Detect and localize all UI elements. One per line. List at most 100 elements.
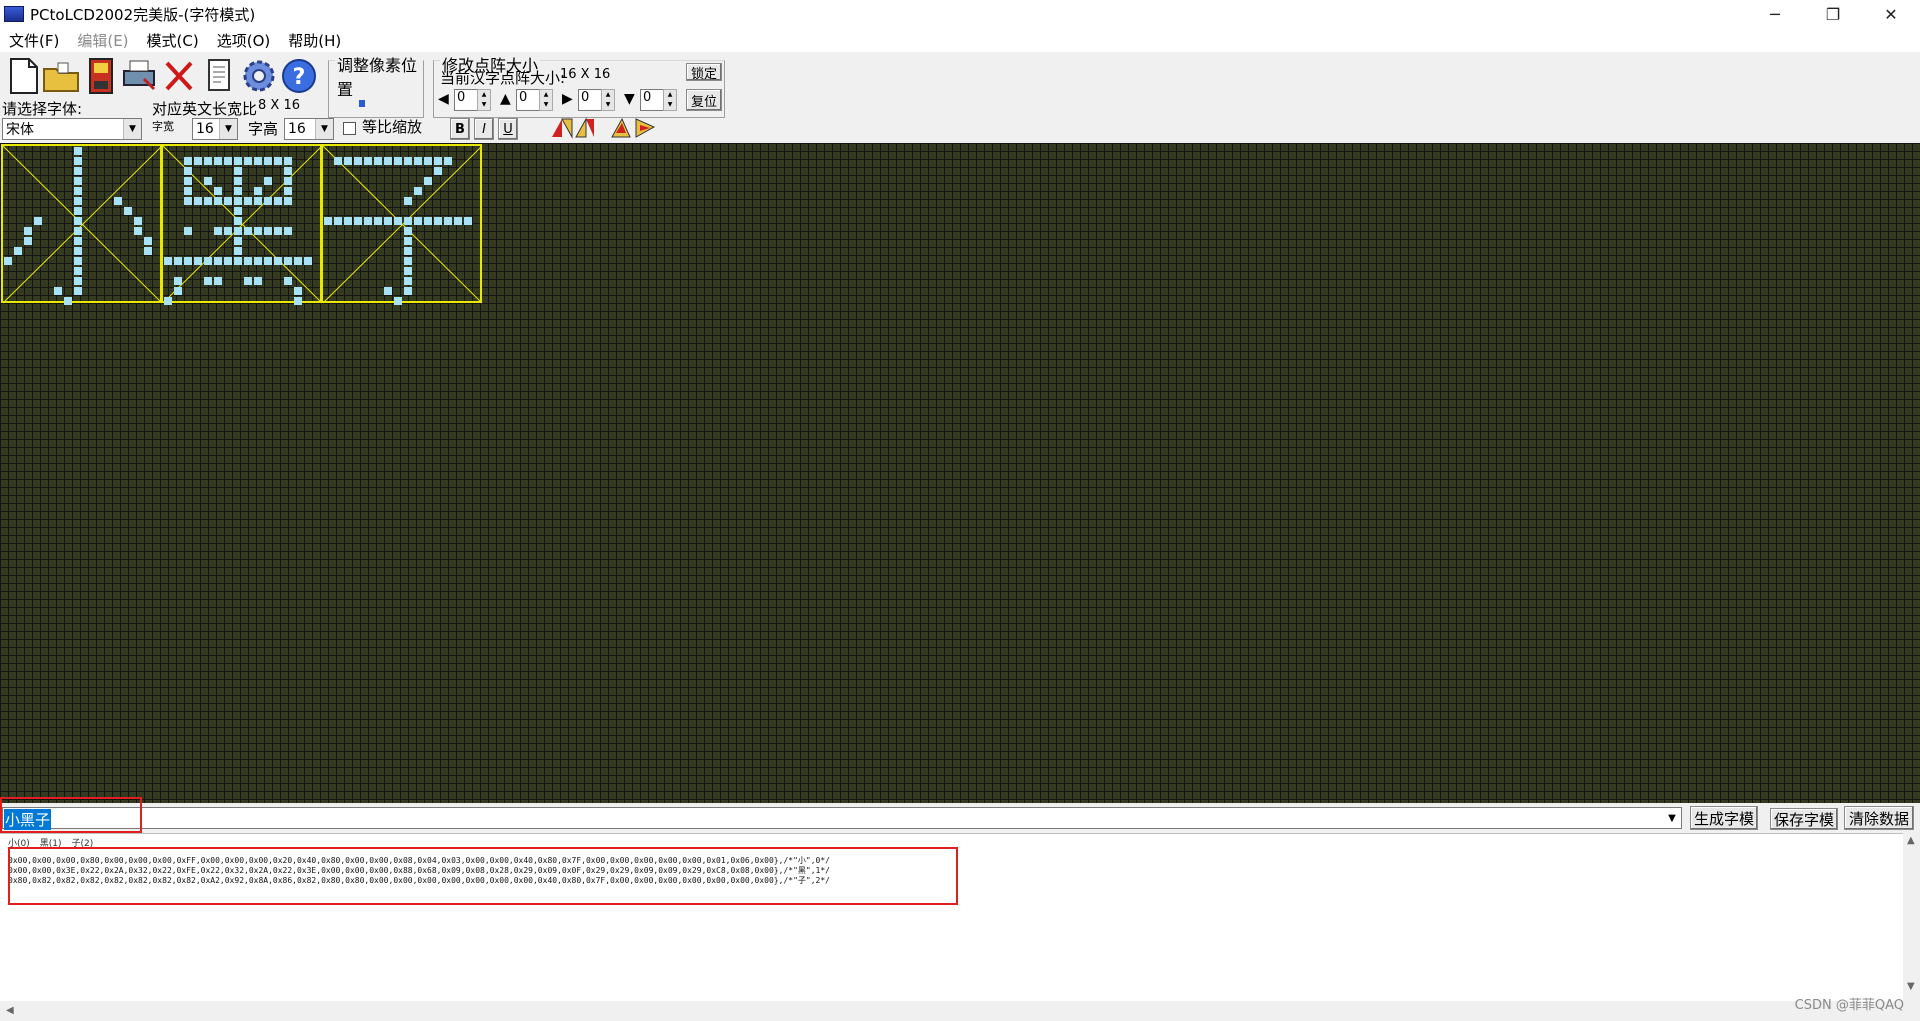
glyph-pixel[interactable]: [404, 277, 412, 285]
up-spin[interactable]: 0 ▲ ▼: [516, 89, 553, 111]
glyph-pixel[interactable]: [254, 187, 262, 195]
glyph-pixel[interactable]: [234, 217, 242, 225]
glyph-pixel[interactable]: [214, 157, 222, 165]
glyph-pixel[interactable]: [334, 157, 342, 165]
glyph-pixel[interactable]: [374, 217, 382, 225]
glyph-pixel[interactable]: [344, 217, 352, 225]
glyph-pixel[interactable]: [234, 167, 242, 175]
glyph-pixel[interactable]: [74, 177, 82, 185]
glyph-pixel[interactable]: [284, 197, 292, 205]
glyph-pixel[interactable]: [214, 257, 222, 265]
glyph-pixel[interactable]: [244, 277, 252, 285]
glyph-pixel[interactable]: [184, 197, 192, 205]
glyph-pixel[interactable]: [254, 277, 262, 285]
glyph-pixel[interactable]: [234, 177, 242, 185]
glyph-pixel[interactable]: [464, 217, 472, 225]
italic-button[interactable]: I: [474, 118, 494, 140]
generate-button[interactable]: 生成字模: [1690, 806, 1758, 830]
menu-help[interactable]: 帮助(H): [279, 30, 350, 51]
glyph-pixel[interactable]: [424, 177, 432, 185]
scroll-left-icon[interactable]: ◀: [6, 1005, 14, 1016]
flip-vertical-icon[interactable]: [610, 116, 656, 140]
glyph-pixel[interactable]: [404, 257, 412, 265]
glyph-pixel[interactable]: [434, 167, 442, 175]
width-select[interactable]: 16 ▼: [192, 118, 238, 140]
glyph-pixel[interactable]: [54, 287, 62, 295]
glyph-pixel[interactable]: [194, 257, 202, 265]
glyph-pixel[interactable]: [394, 157, 402, 165]
glyph-pixel[interactable]: [204, 277, 212, 285]
glyph-pixel[interactable]: [374, 157, 382, 165]
font-select[interactable]: 宋体 ▼: [2, 118, 142, 140]
glyph-pixel[interactable]: [234, 227, 242, 235]
glyph-pixel[interactable]: [184, 257, 192, 265]
glyph-pixel[interactable]: [204, 157, 212, 165]
glyph-pixel[interactable]: [74, 197, 82, 205]
glyph-pixel[interactable]: [404, 287, 412, 295]
glyph-pixel[interactable]: [224, 227, 232, 235]
glyph-pixel[interactable]: [184, 157, 192, 165]
clear-button[interactable]: 清除数据: [1844, 806, 1914, 830]
glyph-pixel[interactable]: [434, 217, 442, 225]
glyph-pixel[interactable]: [304, 257, 312, 265]
vertical-scrollbar[interactable]: ▲ ▼: [1903, 833, 1920, 1001]
glyph-pixel[interactable]: [174, 287, 182, 295]
glyph-pixel[interactable]: [294, 297, 302, 305]
glyph-pixel[interactable]: [214, 227, 222, 235]
glyph-pixel[interactable]: [244, 227, 252, 235]
glyph-pixel[interactable]: [74, 267, 82, 275]
glyph-pixel[interactable]: [194, 157, 202, 165]
glyph-pixel[interactable]: [244, 197, 252, 205]
glyph-pixel[interactable]: [74, 157, 82, 165]
glyph-pixel[interactable]: [404, 197, 412, 205]
glyph-pixel[interactable]: [274, 197, 282, 205]
glyph-pixel[interactable]: [214, 197, 222, 205]
glyph-pixel[interactable]: [384, 287, 392, 295]
horizontal-scrollbar[interactable]: ◀: [0, 1001, 1920, 1021]
glyph-pixel[interactable]: [414, 157, 422, 165]
save-button[interactable]: 保存字模: [1770, 808, 1838, 830]
reset-button[interactable]: 复位: [686, 89, 722, 111]
glyph-pixel[interactable]: [334, 217, 342, 225]
glyph-pixel[interactable]: [394, 217, 402, 225]
glyph-pixel[interactable]: [264, 197, 272, 205]
print-icon[interactable]: [120, 56, 158, 96]
glyph-pixel[interactable]: [404, 227, 412, 235]
glyph-pixel[interactable]: [234, 197, 242, 205]
lock-button[interactable]: 锁定: [686, 63, 722, 82]
glyph-pixel[interactable]: [134, 217, 142, 225]
glyph-pixel[interactable]: [254, 257, 262, 265]
glyph-pixel[interactable]: [354, 217, 362, 225]
glyph-pixel[interactable]: [284, 277, 292, 285]
glyph-pixel[interactable]: [284, 157, 292, 165]
text-input[interactable]: 小黑子 ▼: [2, 807, 1682, 830]
glyph-pixel[interactable]: [74, 227, 82, 235]
glyph-pixel[interactable]: [404, 267, 412, 275]
glyph-pixel[interactable]: [174, 257, 182, 265]
glyph-pixel[interactable]: [244, 157, 252, 165]
menu-mode[interactable]: 模式(C): [138, 30, 208, 51]
glyph-pixel[interactable]: [234, 237, 242, 245]
char-cell-1[interactable]: [161, 144, 323, 305]
glyph-pixel[interactable]: [264, 257, 272, 265]
proportional-checkbox[interactable]: [343, 122, 356, 135]
right-spin[interactable]: 0 ▲ ▼: [578, 89, 615, 111]
glyph-pixel[interactable]: [234, 187, 242, 195]
glyph-pixel[interactable]: [444, 157, 452, 165]
menu-file[interactable]: 文件(F): [0, 30, 68, 51]
settings-gear-icon[interactable]: [240, 56, 278, 96]
glyph-pixel[interactable]: [234, 157, 242, 165]
glyph-pixel[interactable]: [74, 217, 82, 225]
glyph-pixel[interactable]: [294, 257, 302, 265]
glyph-pixel[interactable]: [24, 227, 32, 235]
close-button[interactable]: ✕: [1862, 0, 1920, 28]
glyph-pixel[interactable]: [364, 217, 372, 225]
glyph-pixel[interactable]: [34, 217, 42, 225]
glyph-pixel[interactable]: [234, 247, 242, 255]
down-spin[interactable]: 0 ▲ ▼: [640, 89, 677, 111]
glyph-pixel[interactable]: [264, 157, 272, 165]
glyph-pixel[interactable]: [74, 147, 82, 155]
restore-button[interactable]: ❐: [1804, 0, 1862, 28]
char-cell-2[interactable]: [321, 144, 483, 305]
glyph-pixel[interactable]: [404, 217, 412, 225]
